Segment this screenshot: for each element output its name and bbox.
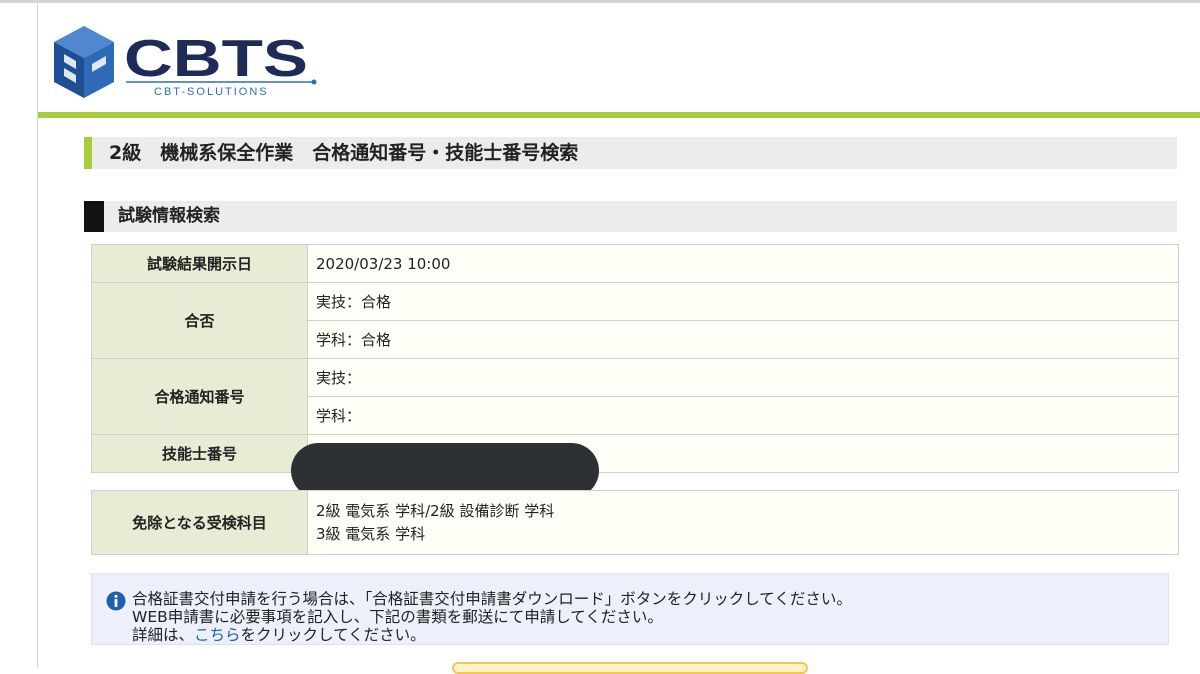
notice-line-1: 合格証書交付申請を行う場合は、「合格証書交付申請書ダウンロード」ボタンをクリック… xyxy=(132,590,852,608)
technician-number-label: 技能士番号 xyxy=(91,434,308,473)
notice-line-3: 詳細は、こちらをクリックしてください。 xyxy=(132,626,1162,644)
info-icon xyxy=(106,591,126,611)
cube-logo-icon xyxy=(54,26,114,98)
table-row: 合格通知番号 実技： xyxy=(91,358,1179,435)
release-date-label: 試験結果開示日 xyxy=(91,244,308,283)
table-row: 技能士番号 xyxy=(91,434,1179,473)
page-title: 2級 機械系保全作業 合格通知番号・技能士番号検索 xyxy=(84,137,1177,169)
exemption-value: 2級 電気系 学科/2級 設備診断 学科 3級 電気系 学科 xyxy=(307,490,1179,555)
release-date-value: 2020/03/23 10:00 xyxy=(307,244,1179,283)
table-row: 合否 実技：合格 xyxy=(91,282,1179,359)
brand-name: CBTS xyxy=(124,30,308,88)
exemption-label: 免除となる受検科目 xyxy=(91,490,308,555)
notice-line-2: WEB申請書に必要事項を記入し、下記の書類を郵送にて申請してください。 xyxy=(132,608,663,626)
pass-fail-practical: 実技：合格 xyxy=(307,282,1179,321)
exemption-line-2: 3級 電気系 学科 xyxy=(316,524,426,543)
notice-text: 合格証書交付申請を行う場合は、「合格証書交付申請書ダウンロード」ボタンをクリック… xyxy=(132,590,1162,644)
notice-line-3-prefix: 詳細は、 xyxy=(132,626,195,644)
pass-notice-number-label: 合格通知番号 xyxy=(91,358,308,435)
brand-tagline: CBT-SOLUTIONS xyxy=(154,86,269,98)
notice-line-3-suffix: をクリックしてください。 xyxy=(240,626,426,644)
table-row: 免除となる受検科目 2級 電気系 学科/2級 設備診断 学科 3級 電気系 学科 xyxy=(91,490,1179,555)
exemption-line-1: 2級 電気系 学科/2級 設備診断 学科 xyxy=(316,501,555,520)
pass-fail-label: 合否 xyxy=(91,282,308,359)
header-accent-bar xyxy=(38,112,1200,118)
pass-fail-written: 学科：合格 xyxy=(307,320,1179,359)
cbts-logo[interactable]: CBTS CBT-SOLUTIONS xyxy=(50,24,320,104)
details-link[interactable]: こちら xyxy=(194,626,241,644)
pass-notice-written: 学科： xyxy=(307,396,1179,435)
certificate-download-button[interactable] xyxy=(452,662,808,674)
table-row: 試験結果開示日 2020/03/23 10:00 xyxy=(91,244,1179,283)
exemption-table: 免除となる受検科目 2級 電気系 学科/2級 設備診断 学科 3級 電気系 学科 xyxy=(91,490,1179,555)
section-title: 試験情報検索 xyxy=(84,201,1177,232)
info-notice: 合格証書交付申請を行う場合は、「合格証書交付申請書ダウンロード」ボタンをクリック… xyxy=(91,573,1169,645)
pass-notice-practical: 実技： xyxy=(307,358,1179,397)
exam-info-table: 試験結果開示日 2020/03/23 10:00 合否 実技：合格 学科：合格 … xyxy=(91,244,1179,473)
